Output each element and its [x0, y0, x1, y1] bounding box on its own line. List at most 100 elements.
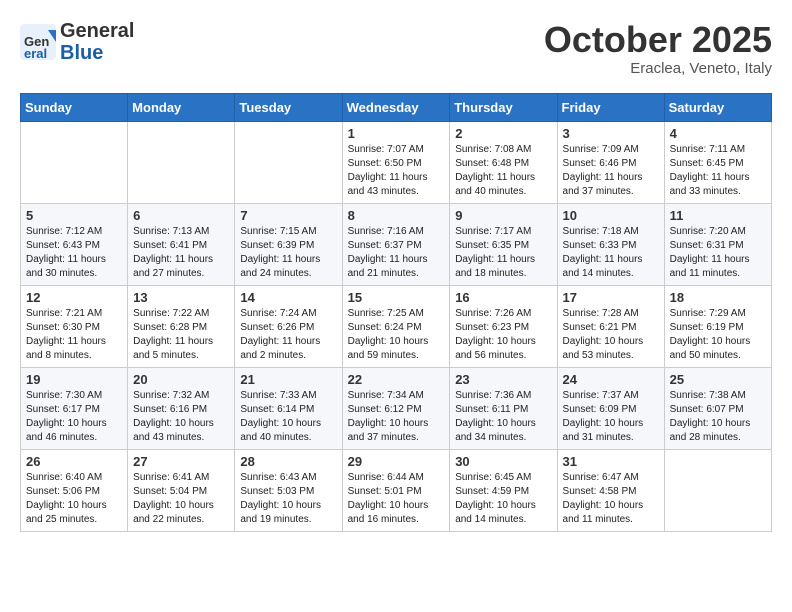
sunset-text: Sunset: 6:35 PM [455, 240, 529, 251]
daylight-text: Daylight: 10 hours and 46 minutes. [26, 418, 107, 443]
cell-content: Sunrise: 6:43 AM Sunset: 5:03 PM Dayligh… [240, 471, 336, 527]
day-number: 11 [670, 208, 766, 223]
sunset-text: Sunset: 6:09 PM [563, 404, 637, 415]
calendar-cell: 24 Sunrise: 7:37 AM Sunset: 6:09 PM Dayl… [557, 367, 664, 449]
sunset-text: Sunset: 6:30 PM [26, 322, 100, 333]
calendar-cell: 25 Sunrise: 7:38 AM Sunset: 6:07 PM Dayl… [664, 367, 771, 449]
sunset-text: Sunset: 6:26 PM [240, 322, 314, 333]
day-number: 10 [563, 208, 659, 223]
day-number: 13 [133, 290, 229, 305]
calendar-cell: 14 Sunrise: 7:24 AM Sunset: 6:26 PM Dayl… [235, 285, 342, 367]
daylight-text: Daylight: 10 hours and 56 minutes. [455, 336, 536, 361]
calendar-week-row: 1 Sunrise: 7:07 AM Sunset: 6:50 PM Dayli… [21, 121, 772, 203]
cell-content: Sunrise: 7:32 AM Sunset: 6:16 PM Dayligh… [133, 389, 229, 445]
cell-content: Sunrise: 7:22 AM Sunset: 6:28 PM Dayligh… [133, 307, 229, 363]
cell-content: Sunrise: 7:36 AM Sunset: 6:11 PM Dayligh… [455, 389, 551, 445]
calendar-cell: 3 Sunrise: 7:09 AM Sunset: 6:46 PM Dayli… [557, 121, 664, 203]
sunrise-text: Sunrise: 7:32 AM [133, 390, 209, 401]
day-number: 23 [455, 372, 551, 387]
day-number: 15 [348, 290, 445, 305]
calendar-cell: 6 Sunrise: 7:13 AM Sunset: 6:41 PM Dayli… [128, 203, 235, 285]
daylight-text: Daylight: 10 hours and 19 minutes. [240, 500, 321, 525]
daylight-text: Daylight: 11 hours and 40 minutes. [455, 172, 535, 197]
sunset-text: Sunset: 6:37 PM [348, 240, 422, 251]
calendar-cell: 1 Sunrise: 7:07 AM Sunset: 6:50 PM Dayli… [342, 121, 450, 203]
sunrise-text: Sunrise: 7:30 AM [26, 390, 102, 401]
day-number: 14 [240, 290, 336, 305]
cell-content: Sunrise: 7:12 AM Sunset: 6:43 PM Dayligh… [26, 225, 122, 281]
daylight-text: Daylight: 11 hours and 33 minutes. [670, 172, 750, 197]
calendar-cell [235, 121, 342, 203]
cell-content: Sunrise: 6:45 AM Sunset: 4:59 PM Dayligh… [455, 471, 551, 527]
daylight-text: Daylight: 10 hours and 22 minutes. [133, 500, 214, 525]
sunrise-text: Sunrise: 7:33 AM [240, 390, 316, 401]
sunrise-text: Sunrise: 7:24 AM [240, 308, 316, 319]
sunrise-text: Sunrise: 7:18 AM [563, 226, 639, 237]
weekday-header-tuesday: Tuesday [235, 93, 342, 121]
daylight-text: Daylight: 11 hours and 8 minutes. [26, 336, 106, 361]
daylight-text: Daylight: 11 hours and 27 minutes. [133, 254, 213, 279]
daylight-text: Daylight: 11 hours and 43 minutes. [348, 172, 428, 197]
cell-content: Sunrise: 7:26 AM Sunset: 6:23 PM Dayligh… [455, 307, 551, 363]
day-number: 2 [455, 126, 551, 141]
cell-content: Sunrise: 7:15 AM Sunset: 6:39 PM Dayligh… [240, 225, 336, 281]
calendar-week-row: 19 Sunrise: 7:30 AM Sunset: 6:17 PM Dayl… [21, 367, 772, 449]
cell-content: Sunrise: 7:09 AM Sunset: 6:46 PM Dayligh… [563, 143, 659, 199]
sunrise-text: Sunrise: 7:17 AM [455, 226, 531, 237]
sunset-text: Sunset: 5:06 PM [26, 486, 100, 497]
weekday-header-saturday: Saturday [664, 93, 771, 121]
weekday-header-thursday: Thursday [450, 93, 557, 121]
sunset-text: Sunset: 6:24 PM [348, 322, 422, 333]
daylight-text: Daylight: 10 hours and 50 minutes. [670, 336, 751, 361]
daylight-text: Daylight: 11 hours and 30 minutes. [26, 254, 106, 279]
logo: Gen eral General Blue [20, 20, 134, 64]
day-number: 8 [348, 208, 445, 223]
day-number: 24 [563, 372, 659, 387]
daylight-text: Daylight: 10 hours and 14 minutes. [455, 500, 536, 525]
calendar-cell: 31 Sunrise: 6:47 AM Sunset: 4:58 PM Dayl… [557, 449, 664, 531]
day-number: 3 [563, 126, 659, 141]
daylight-text: Daylight: 10 hours and 59 minutes. [348, 336, 429, 361]
calendar-cell: 27 Sunrise: 6:41 AM Sunset: 5:04 PM Dayl… [128, 449, 235, 531]
title-block: October 2025 Eraclea, Veneto, Italy [544, 20, 772, 77]
sunrise-text: Sunrise: 7:36 AM [455, 390, 531, 401]
calendar-cell: 29 Sunrise: 6:44 AM Sunset: 5:01 PM Dayl… [342, 449, 450, 531]
day-number: 31 [563, 454, 659, 469]
sunset-text: Sunset: 6:31 PM [670, 240, 744, 251]
cell-content: Sunrise: 7:08 AM Sunset: 6:48 PM Dayligh… [455, 143, 551, 199]
cell-content: Sunrise: 7:24 AM Sunset: 6:26 PM Dayligh… [240, 307, 336, 363]
sunset-text: Sunset: 6:11 PM [455, 404, 528, 415]
daylight-text: Daylight: 11 hours and 37 minutes. [563, 172, 643, 197]
sunrise-text: Sunrise: 7:16 AM [348, 226, 424, 237]
calendar-cell: 23 Sunrise: 7:36 AM Sunset: 6:11 PM Dayl… [450, 367, 557, 449]
sunset-text: Sunset: 6:46 PM [563, 158, 637, 169]
sunrise-text: Sunrise: 7:38 AM [670, 390, 746, 401]
calendar-cell: 11 Sunrise: 7:20 AM Sunset: 6:31 PM Dayl… [664, 203, 771, 285]
calendar-cell: 20 Sunrise: 7:32 AM Sunset: 6:16 PM Dayl… [128, 367, 235, 449]
cell-content: Sunrise: 7:29 AM Sunset: 6:19 PM Dayligh… [670, 307, 766, 363]
sunrise-text: Sunrise: 7:13 AM [133, 226, 209, 237]
calendar-cell: 2 Sunrise: 7:08 AM Sunset: 6:48 PM Dayli… [450, 121, 557, 203]
calendar-cell: 4 Sunrise: 7:11 AM Sunset: 6:45 PM Dayli… [664, 121, 771, 203]
cell-content: Sunrise: 7:16 AM Sunset: 6:37 PM Dayligh… [348, 225, 445, 281]
calendar-cell: 15 Sunrise: 7:25 AM Sunset: 6:24 PM Dayl… [342, 285, 450, 367]
daylight-text: Daylight: 11 hours and 2 minutes. [240, 336, 320, 361]
calendar-cell: 16 Sunrise: 7:26 AM Sunset: 6:23 PM Dayl… [450, 285, 557, 367]
daylight-text: Daylight: 11 hours and 18 minutes. [455, 254, 535, 279]
sunset-text: Sunset: 6:16 PM [133, 404, 207, 415]
calendar-cell: 9 Sunrise: 7:17 AM Sunset: 6:35 PM Dayli… [450, 203, 557, 285]
sunset-text: Sunset: 6:07 PM [670, 404, 744, 415]
day-number: 5 [26, 208, 122, 223]
sunset-text: Sunset: 6:14 PM [240, 404, 314, 415]
calendar-cell: 17 Sunrise: 7:28 AM Sunset: 6:21 PM Dayl… [557, 285, 664, 367]
sunset-text: Sunset: 5:01 PM [348, 486, 422, 497]
sunrise-text: Sunrise: 7:20 AM [670, 226, 746, 237]
sunrise-text: Sunrise: 6:41 AM [133, 472, 209, 483]
day-number: 27 [133, 454, 229, 469]
day-number: 25 [670, 372, 766, 387]
calendar-cell: 13 Sunrise: 7:22 AM Sunset: 6:28 PM Dayl… [128, 285, 235, 367]
day-number: 4 [670, 126, 766, 141]
sunrise-text: Sunrise: 7:25 AM [348, 308, 424, 319]
day-number: 9 [455, 208, 551, 223]
calendar-week-row: 5 Sunrise: 7:12 AM Sunset: 6:43 PM Dayli… [21, 203, 772, 285]
